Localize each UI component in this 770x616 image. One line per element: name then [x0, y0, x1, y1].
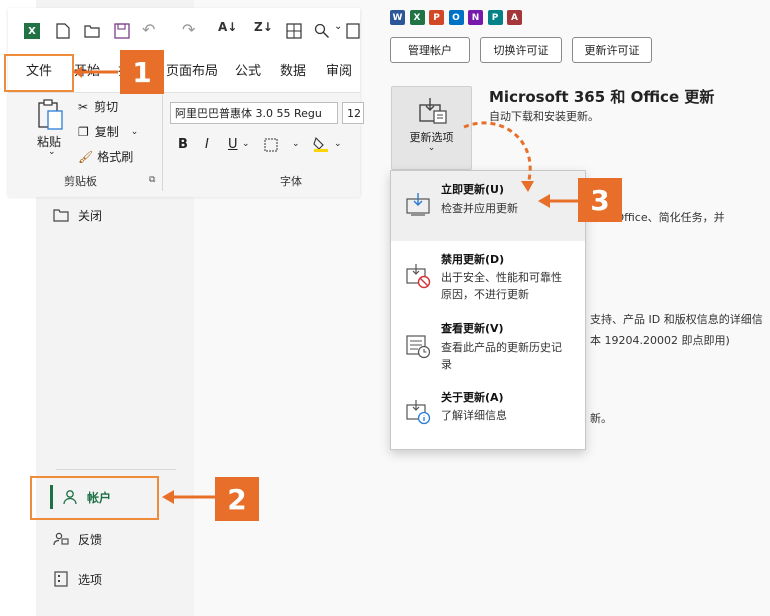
step-2-badge: 2: [215, 477, 259, 521]
step-1-badge: 1: [120, 50, 164, 94]
step-3-badge: 3: [578, 178, 622, 222]
callout-arrows: [74, 66, 578, 504]
